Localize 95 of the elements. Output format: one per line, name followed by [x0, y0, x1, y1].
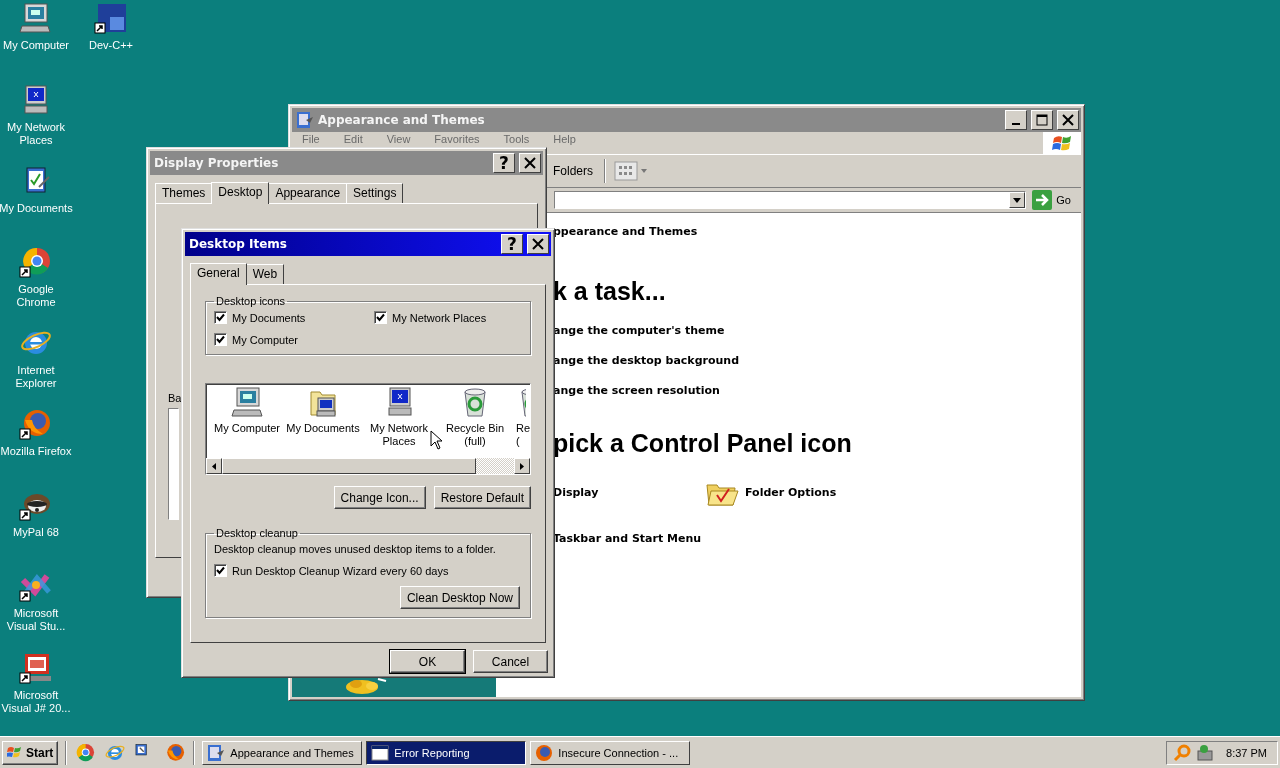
computer-icon[interactable] [19, 2, 53, 34]
taskbar-button[interactable]: Insecure Connection - ... [530, 740, 691, 765]
check-icon [216, 313, 225, 322]
window-icon [371, 743, 390, 762]
icon-label[interactable]: My Documents [285, 422, 361, 435]
browser-icon[interactable] [19, 246, 53, 278]
field-label: Ba [168, 392, 183, 404]
window-title: Display Properties [154, 156, 280, 170]
icon-label[interactable]: My Computer [209, 422, 285, 435]
close-button[interactable] [527, 234, 549, 254]
control-panel-link[interactable]: Display [553, 485, 599, 499]
ok-button[interactable]: OK [390, 650, 465, 673]
close-icon [532, 238, 544, 250]
tab[interactable]: Web [245, 264, 285, 284]
tab[interactable]: Desktop [211, 182, 270, 204]
description-text: Desktop cleanup moves unused desktop items to a folder. [214, 543, 497, 555]
checkbox[interactable] [374, 311, 387, 324]
checkbox-label[interactable]: My Documents [232, 311, 306, 324]
folders-button[interactable]: Folders [550, 162, 596, 180]
browser-icon[interactable] [19, 408, 53, 440]
section-heading: k a task... [553, 276, 667, 306]
group-title: Desktop cleanup [215, 527, 299, 539]
menu-item[interactable]: Help [553, 132, 576, 146]
check-icon [216, 566, 225, 575]
menu-item[interactable]: Edit [343, 132, 363, 146]
dialog-button[interactable]: Restore Default [433, 486, 531, 509]
menu-item[interactable]: View [386, 132, 411, 146]
left-arrow-icon[interactable] [212, 462, 216, 470]
application-icon[interactable] [94, 2, 128, 34]
desktop-icon-label[interactable]: Dev-C++ [73, 39, 149, 52]
desktop-icon-label[interactable]: Microsoft Visual J# 20... [0, 689, 74, 715]
task-link[interactable]: ange the desktop background [553, 354, 1081, 368]
check-icon [216, 335, 225, 344]
control-panel-link[interactable]: Taskbar and Start Menu [553, 531, 702, 545]
desktop-icon-label[interactable]: My Computer [0, 39, 74, 52]
start-button[interactable]: Start [2, 740, 59, 765]
minimize-icon [1012, 123, 1020, 125]
taskbar-button[interactable]: Appearance and Themes [202, 740, 363, 765]
task-link[interactable]: ange the screen resolution [553, 384, 1081, 398]
arrow-icon [1032, 190, 1053, 210]
caret-icon [1013, 197, 1022, 203]
application-icon[interactable] [19, 652, 53, 684]
desktop-icon-label[interactable]: Google Chrome [0, 283, 74, 309]
tab[interactable]: Appearance [268, 183, 348, 203]
address-field[interactable] [554, 191, 1027, 209]
windows-flag-icon [7, 745, 23, 760]
tab[interactable]: General [190, 263, 247, 285]
tab[interactable]: Themes [155, 183, 213, 203]
desktop-icon-label[interactable]: My Documents [0, 202, 74, 215]
list-box[interactable] [168, 408, 179, 520]
desktop-icon-label[interactable]: My Network Places [0, 121, 74, 147]
go-button[interactable]: Go [1032, 190, 1075, 210]
scrollbar[interactable] [206, 458, 530, 474]
clock[interactable]: 8:37 PM [1226, 746, 1267, 759]
window-title: Desktop Items [189, 237, 288, 251]
menu-item[interactable]: File [302, 132, 320, 146]
mouse-pointer-icon [430, 430, 443, 450]
right-arrow-icon[interactable] [520, 462, 524, 470]
computer-icon[interactable] [231, 386, 263, 418]
dialog-button[interactable]: Change Icon... [333, 486, 426, 509]
tab[interactable]: Settings [346, 183, 404, 203]
checkbox-label[interactable]: My Computer [232, 333, 299, 346]
group-title: Desktop icons [215, 295, 287, 307]
checkbox[interactable] [214, 333, 227, 346]
desktop-icon-label[interactable]: Internet Explorer [0, 364, 74, 390]
menu-item[interactable]: Favorites [434, 132, 480, 146]
maximize-icon [1036, 114, 1048, 126]
clean-desktop-button[interactable]: Clean Desktop Now [399, 586, 520, 609]
close-icon [524, 157, 536, 169]
help-button[interactable]: ? [501, 234, 523, 254]
check-icon [376, 313, 385, 322]
dropdown-button[interactable] [1009, 192, 1026, 208]
browser-icon [535, 743, 554, 762]
control-panel-icon [207, 743, 226, 762]
checkbox[interactable] [214, 564, 227, 577]
task-link[interactable]: ange the computer's theme [553, 324, 1081, 338]
close-icon [1062, 114, 1074, 126]
checkbox-label[interactable]: My Network Places [392, 311, 487, 324]
desktop-icon-label[interactable]: Mozilla Firefox [0, 445, 74, 458]
window-title: Appearance and Themes [318, 113, 486, 127]
menu-item[interactable]: Tools [503, 132, 530, 146]
breadcrumb-text: ppearance and Themes [553, 225, 699, 238]
desktop-icon-label[interactable]: MyPal 68 [0, 526, 74, 539]
taskbar-button[interactable]: Error Reporting [366, 740, 527, 765]
checkbox-label[interactable]: Run Desktop Cleanup Wizard every 60 days [232, 564, 449, 577]
control-panel-icon [296, 111, 314, 129]
cancel-button[interactable]: Cancel [473, 650, 548, 673]
desktop-icon-label[interactable]: Microsoft Visual Stu... [0, 607, 74, 633]
windows-flag-icon [1052, 134, 1072, 152]
view-menu-icon[interactable] [614, 160, 648, 182]
icon-label[interactable]: Re ( [516, 422, 530, 448]
section-heading: pick a Control Panel icon [553, 428, 853, 458]
control-panel-link[interactable]: Folder Options [745, 485, 837, 499]
checkbox[interactable] [214, 311, 227, 324]
network-icon[interactable] [1195, 743, 1215, 762]
